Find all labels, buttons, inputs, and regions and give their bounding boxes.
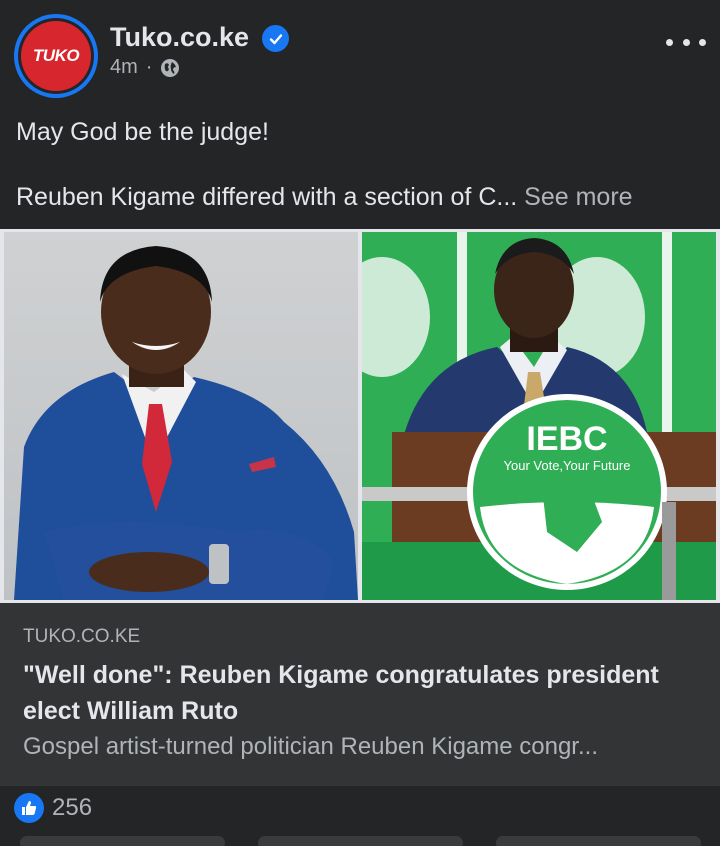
link-description: Gospel artist-turned politician Reuben K… — [23, 733, 598, 760]
reactions-summary[interactable]: 256 — [14, 793, 92, 823]
post-meta: 4m · — [110, 56, 180, 79]
caption-text: Reuben Kigame differed with a section of… — [16, 183, 518, 211]
more-options-icon[interactable] — [666, 28, 706, 56]
post-timestamp[interactable]: 4m — [110, 56, 138, 79]
like-count: 256 — [52, 794, 93, 821]
photo-william-ruto[interactable]: IEBC Your Vote,Your Future — [362, 232, 716, 600]
post-photos[interactable]: IEBC Your Vote,Your Future — [0, 229, 720, 603]
meta-separator: · — [145, 56, 153, 78]
avatar-logo-text: TUKO — [32, 46, 80, 65]
photo-reuben-kigame[interactable] — [4, 232, 358, 600]
post-header: TUKO Tuko.co.ke 4m · — [0, 0, 720, 100]
globe-icon — [161, 58, 180, 77]
podium-iebc-text: IEBC — [526, 420, 607, 458]
link-domain: TUKO.CO.KE — [23, 626, 141, 647]
like-action-button[interactable] — [20, 836, 225, 846]
post-caption-line1: May God be the judge! — [16, 118, 269, 146]
link-title[interactable]: "Well done": Reuben Kigame congratulates… — [23, 657, 703, 729]
podium-slogan-text: Your Vote,Your Future — [504, 458, 631, 473]
share-action-button[interactable] — [496, 836, 701, 846]
post-caption-line2: Reuben Kigame differed with a section of… — [16, 183, 633, 212]
page-name-link[interactable]: Tuko.co.ke — [110, 22, 249, 53]
page-avatar[interactable]: TUKO — [14, 14, 98, 98]
comment-action-button[interactable] — [258, 836, 463, 846]
verified-badge-icon — [262, 25, 289, 52]
see-more-link[interactable]: See more — [524, 183, 632, 211]
like-icon — [14, 793, 44, 823]
